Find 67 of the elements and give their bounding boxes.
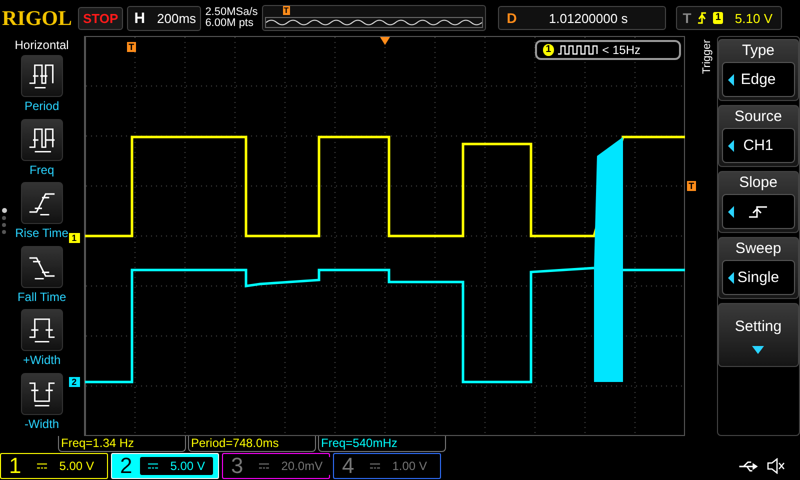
trigger-menu-button[interactable]: Sweep Single xyxy=(718,237,799,299)
measure-button[interactable] xyxy=(20,118,63,160)
delay-label: D xyxy=(506,10,517,26)
menu-title: Trigger xyxy=(700,38,714,76)
trigger-display[interactable]: T 1 5.10 V xyxy=(676,6,782,30)
channel-2-marker[interactable]: 2 xyxy=(68,377,80,387)
left-arrow-icon xyxy=(728,74,734,86)
usb-icon xyxy=(738,460,760,472)
measure-label: +Width xyxy=(22,353,61,367)
channel-tab[interactable]: 2 5.00 V xyxy=(111,453,219,479)
dc-coupling-icon xyxy=(37,463,48,469)
trigger-level-marker[interactable]: T xyxy=(686,181,696,191)
trigger-menu-button[interactable]: Source CH1 xyxy=(718,105,799,167)
caret-icon xyxy=(752,346,764,354)
trigger-menu-button[interactable]: Setting xyxy=(718,303,799,367)
trigger-menu-button[interactable]: Slope xyxy=(718,171,799,233)
measure-button[interactable] xyxy=(20,55,63,97)
memory-depth: 6.00M pts xyxy=(205,18,254,29)
counter-value: < 15Hz xyxy=(602,43,640,57)
channel-scale: 20.0mV xyxy=(281,459,323,473)
measure-label: Freq xyxy=(29,162,54,176)
overview-wave-icon xyxy=(264,17,483,28)
channel-scale: 5.00 V xyxy=(59,459,94,473)
left-arrow-icon xyxy=(728,272,734,284)
channel-tab[interactable]: 3 20.0mV xyxy=(222,453,330,479)
delay-display[interactable]: D 1.01200000 s xyxy=(498,6,666,30)
center-triangle-icon xyxy=(380,37,390,45)
channel-scale: 5.00 V xyxy=(170,459,205,473)
measure-button[interactable] xyxy=(20,309,63,351)
speaker-muted-icon xyxy=(766,458,786,474)
measure-label: Rise Time xyxy=(15,226,68,240)
measurement-readout: Freq=540mHz xyxy=(318,436,446,452)
left-arrow-icon xyxy=(728,140,734,152)
dc-coupling-icon xyxy=(370,463,380,469)
measure-button[interactable] xyxy=(20,246,63,288)
sample-rate: 2.50MSa/s xyxy=(205,7,258,18)
measure-label: Period xyxy=(24,99,60,113)
measure-label: -Width xyxy=(24,416,60,430)
channel-tab[interactable]: 1 5.00 V xyxy=(0,453,108,479)
timebase-display[interactable]: H 200ms xyxy=(127,6,202,30)
rising-edge-icon xyxy=(697,11,708,25)
measure-button[interactable] xyxy=(20,182,63,224)
trigger-label: T xyxy=(682,10,692,26)
trigger-source-badge: 1 xyxy=(713,12,723,24)
menu-title: Horizontal xyxy=(14,38,69,52)
trigger-time-marker[interactable]: T xyxy=(126,42,136,52)
measure-button[interactable] xyxy=(20,372,63,414)
channel-1-marker[interactable]: 1 xyxy=(68,233,80,243)
delay-value: 1.01200000 s xyxy=(548,10,628,26)
dc-coupling-icon xyxy=(148,463,158,469)
timebase-value: 200ms xyxy=(157,10,196,26)
counter-channel-badge: 1 xyxy=(542,44,554,56)
trigger-level: 5.10 V xyxy=(734,10,772,26)
measurement-readout: Freq=1.34 Hz xyxy=(58,436,186,452)
run-state-indicator[interactable]: STOP xyxy=(78,6,124,30)
channel-scale: 1.00 V xyxy=(392,459,427,473)
measurement-readout: Period=748.0ms xyxy=(188,436,316,452)
left-arrow-icon xyxy=(728,206,734,218)
horizontal-label: H xyxy=(134,10,146,26)
trigger-menu-button[interactable]: Type Edge xyxy=(718,39,799,101)
measure-label: Fall Time xyxy=(17,290,66,304)
rising-edge-icon xyxy=(748,204,768,218)
trigger-position-marker: T xyxy=(282,6,290,15)
dc-coupling-icon xyxy=(259,463,270,469)
brand-logo: RIGOL xyxy=(2,6,72,30)
pulse-train-icon xyxy=(558,45,598,55)
channel-tab[interactable]: 4 1.00 V xyxy=(333,453,441,479)
